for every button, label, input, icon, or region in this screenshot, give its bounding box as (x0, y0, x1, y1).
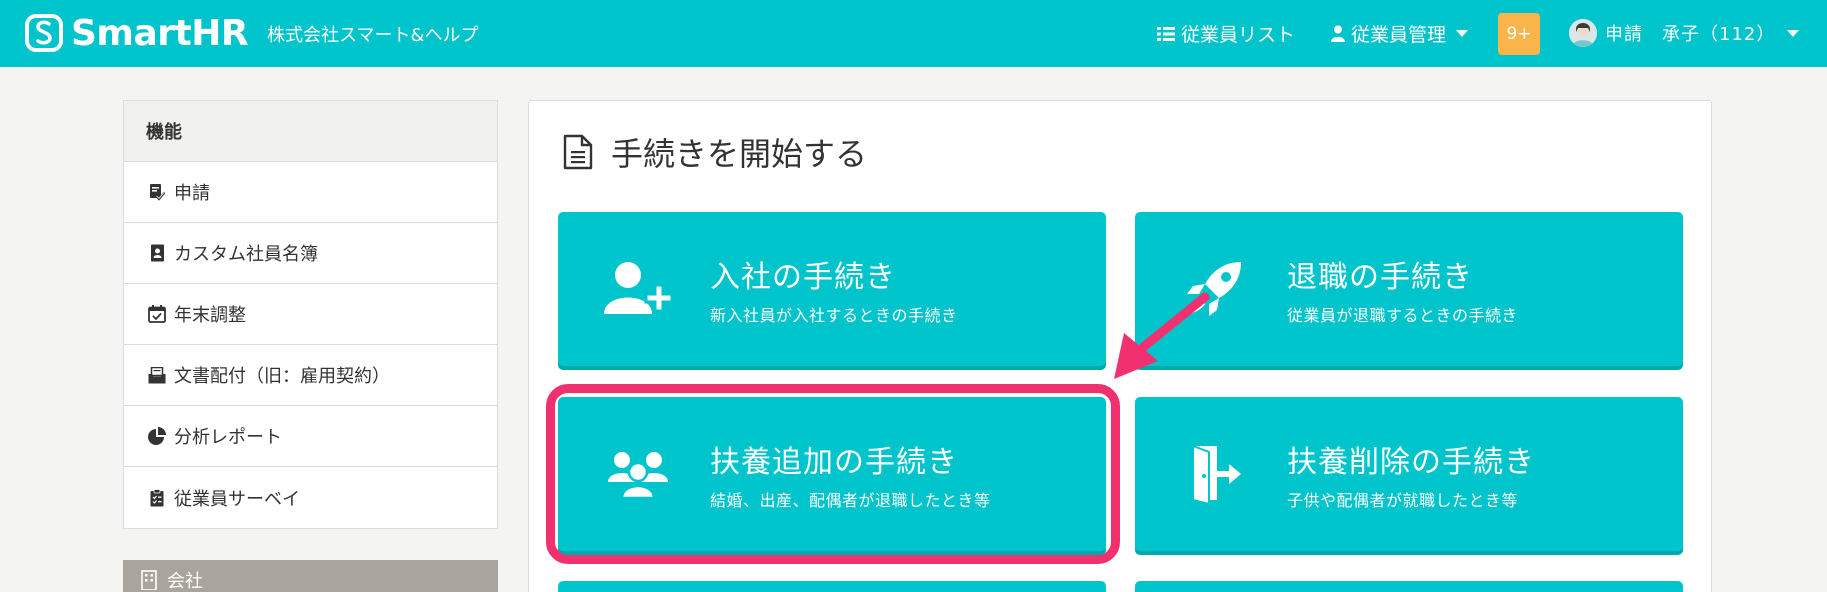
top-navigation-bar: SmartHR 株式会社スマート&ヘルプ 従業員リスト 従業員管理 9+ 申請 … (0, 0, 1827, 67)
sidebar-title: 機能 (124, 101, 497, 162)
company-name: 株式会社スマート&ヘルプ (267, 25, 479, 46)
card-remove-dependent[interactable]: 扶養削除の手続き 子供や配偶者が就職したとき等 (1135, 397, 1683, 551)
card-title: 扶養削除の手続き (1287, 445, 1535, 480)
card-title: 入社の手続き (710, 260, 896, 295)
card-partial-left[interactable] (558, 581, 1106, 592)
sidebar-item-application[interactable]: 申請 (124, 162, 497, 223)
logo-text: SmartHR (71, 12, 249, 54)
sidebar-item-employee-survey[interactable]: 従業員サーベイ (124, 467, 497, 528)
sidebar-features: 機能 申請 カスタム社員名簿 年末調整 文書配付（旧：雇用契約） 分析レポート (123, 100, 498, 529)
users-icon (602, 441, 674, 505)
document-icon (563, 134, 593, 170)
user-menu[interactable]: 申請 承子（112） (1569, 19, 1800, 47)
nav-employee-list-label: 従業員リスト (1181, 24, 1296, 46)
card-add-dependent[interactable]: 扶養追加の手続き 結婚、出産、配偶者が退職したとき等 (558, 397, 1106, 551)
sidebar-section-company[interactable]: 会社 (123, 560, 498, 592)
card-title: 退職の手続き (1287, 260, 1473, 295)
card-subtitle: 結婚、出産、配偶者が退職したとき等 (710, 491, 991, 510)
notification-badge[interactable]: 9+ (1498, 13, 1540, 55)
card-onboarding[interactable]: 入社の手続き 新入社員が入社するときの手続き (558, 212, 1106, 366)
avatar (1569, 19, 1597, 47)
sidebar-item-label: 分析レポート (174, 427, 282, 448)
sidebar-item-document-distribution[interactable]: 文書配付（旧：雇用契約） (124, 345, 497, 406)
card-subtitle: 新入社員が入社するときの手続き (710, 306, 958, 325)
card-resignation[interactable]: 退職の手続き 従業員が退職するときの手続き (1135, 212, 1683, 366)
survey-clipboard-icon (148, 488, 166, 507)
calendar-check-icon (148, 305, 166, 323)
sidebar-item-analysis-report[interactable]: 分析レポート (124, 406, 497, 467)
page-title: 手続きを開始する (563, 129, 867, 175)
sidebar-item-label: 申請 (174, 183, 210, 204)
user-icon (1331, 25, 1345, 42)
door-exit-icon (1179, 441, 1251, 505)
page-title-text: 手続きを開始する (611, 135, 868, 173)
card-title: 扶養追加の手続き (710, 445, 958, 480)
user-name: 申請 承子（112） (1605, 24, 1776, 45)
nav-employee-list[interactable]: 従業員リスト (1157, 20, 1295, 47)
pie-chart-icon (148, 427, 166, 445)
sidebar-section-company-label: 会社 (167, 571, 203, 592)
nav-employee-manage-dropdown[interactable]: 従業員管理 (1331, 20, 1469, 47)
procedures-panel: 手続きを開始する 入社の手続き 新入社員が入社するときの手続き 退職の手続き 従… (528, 100, 1712, 592)
sidebar-item-label: 文書配付（旧：雇用契約） (174, 366, 390, 387)
card-partial-right[interactable] (1135, 581, 1683, 592)
chevron-down-icon (1787, 29, 1800, 37)
smarthr-logo[interactable]: SmartHR (25, 12, 249, 54)
logo-mark-icon (25, 14, 63, 52)
list-icon (1157, 26, 1175, 41)
sidebar-item-year-end-adjustment[interactable]: 年末調整 (124, 284, 497, 345)
nav-employee-manage-label: 従業員管理 (1351, 24, 1447, 46)
user-plus-icon (602, 256, 674, 320)
sidebar-item-custom-roster[interactable]: カスタム社員名簿 (124, 223, 497, 284)
sidebar-item-label: 年末調整 (174, 305, 246, 326)
sidebar-item-label: 従業員サーベイ (174, 488, 300, 510)
chevron-down-icon (1456, 30, 1469, 37)
sidebar-item-label: カスタム社員名簿 (174, 244, 318, 265)
card-subtitle: 従業員が退職するときの手続き (1287, 306, 1519, 325)
card-subtitle: 子供や配偶者が就職したとき等 (1287, 491, 1519, 510)
building-icon (141, 570, 157, 590)
rocket-icon (1179, 256, 1251, 320)
clipboard-check-icon (148, 183, 166, 201)
id-card-icon (148, 244, 166, 262)
inbox-icon (148, 366, 166, 384)
